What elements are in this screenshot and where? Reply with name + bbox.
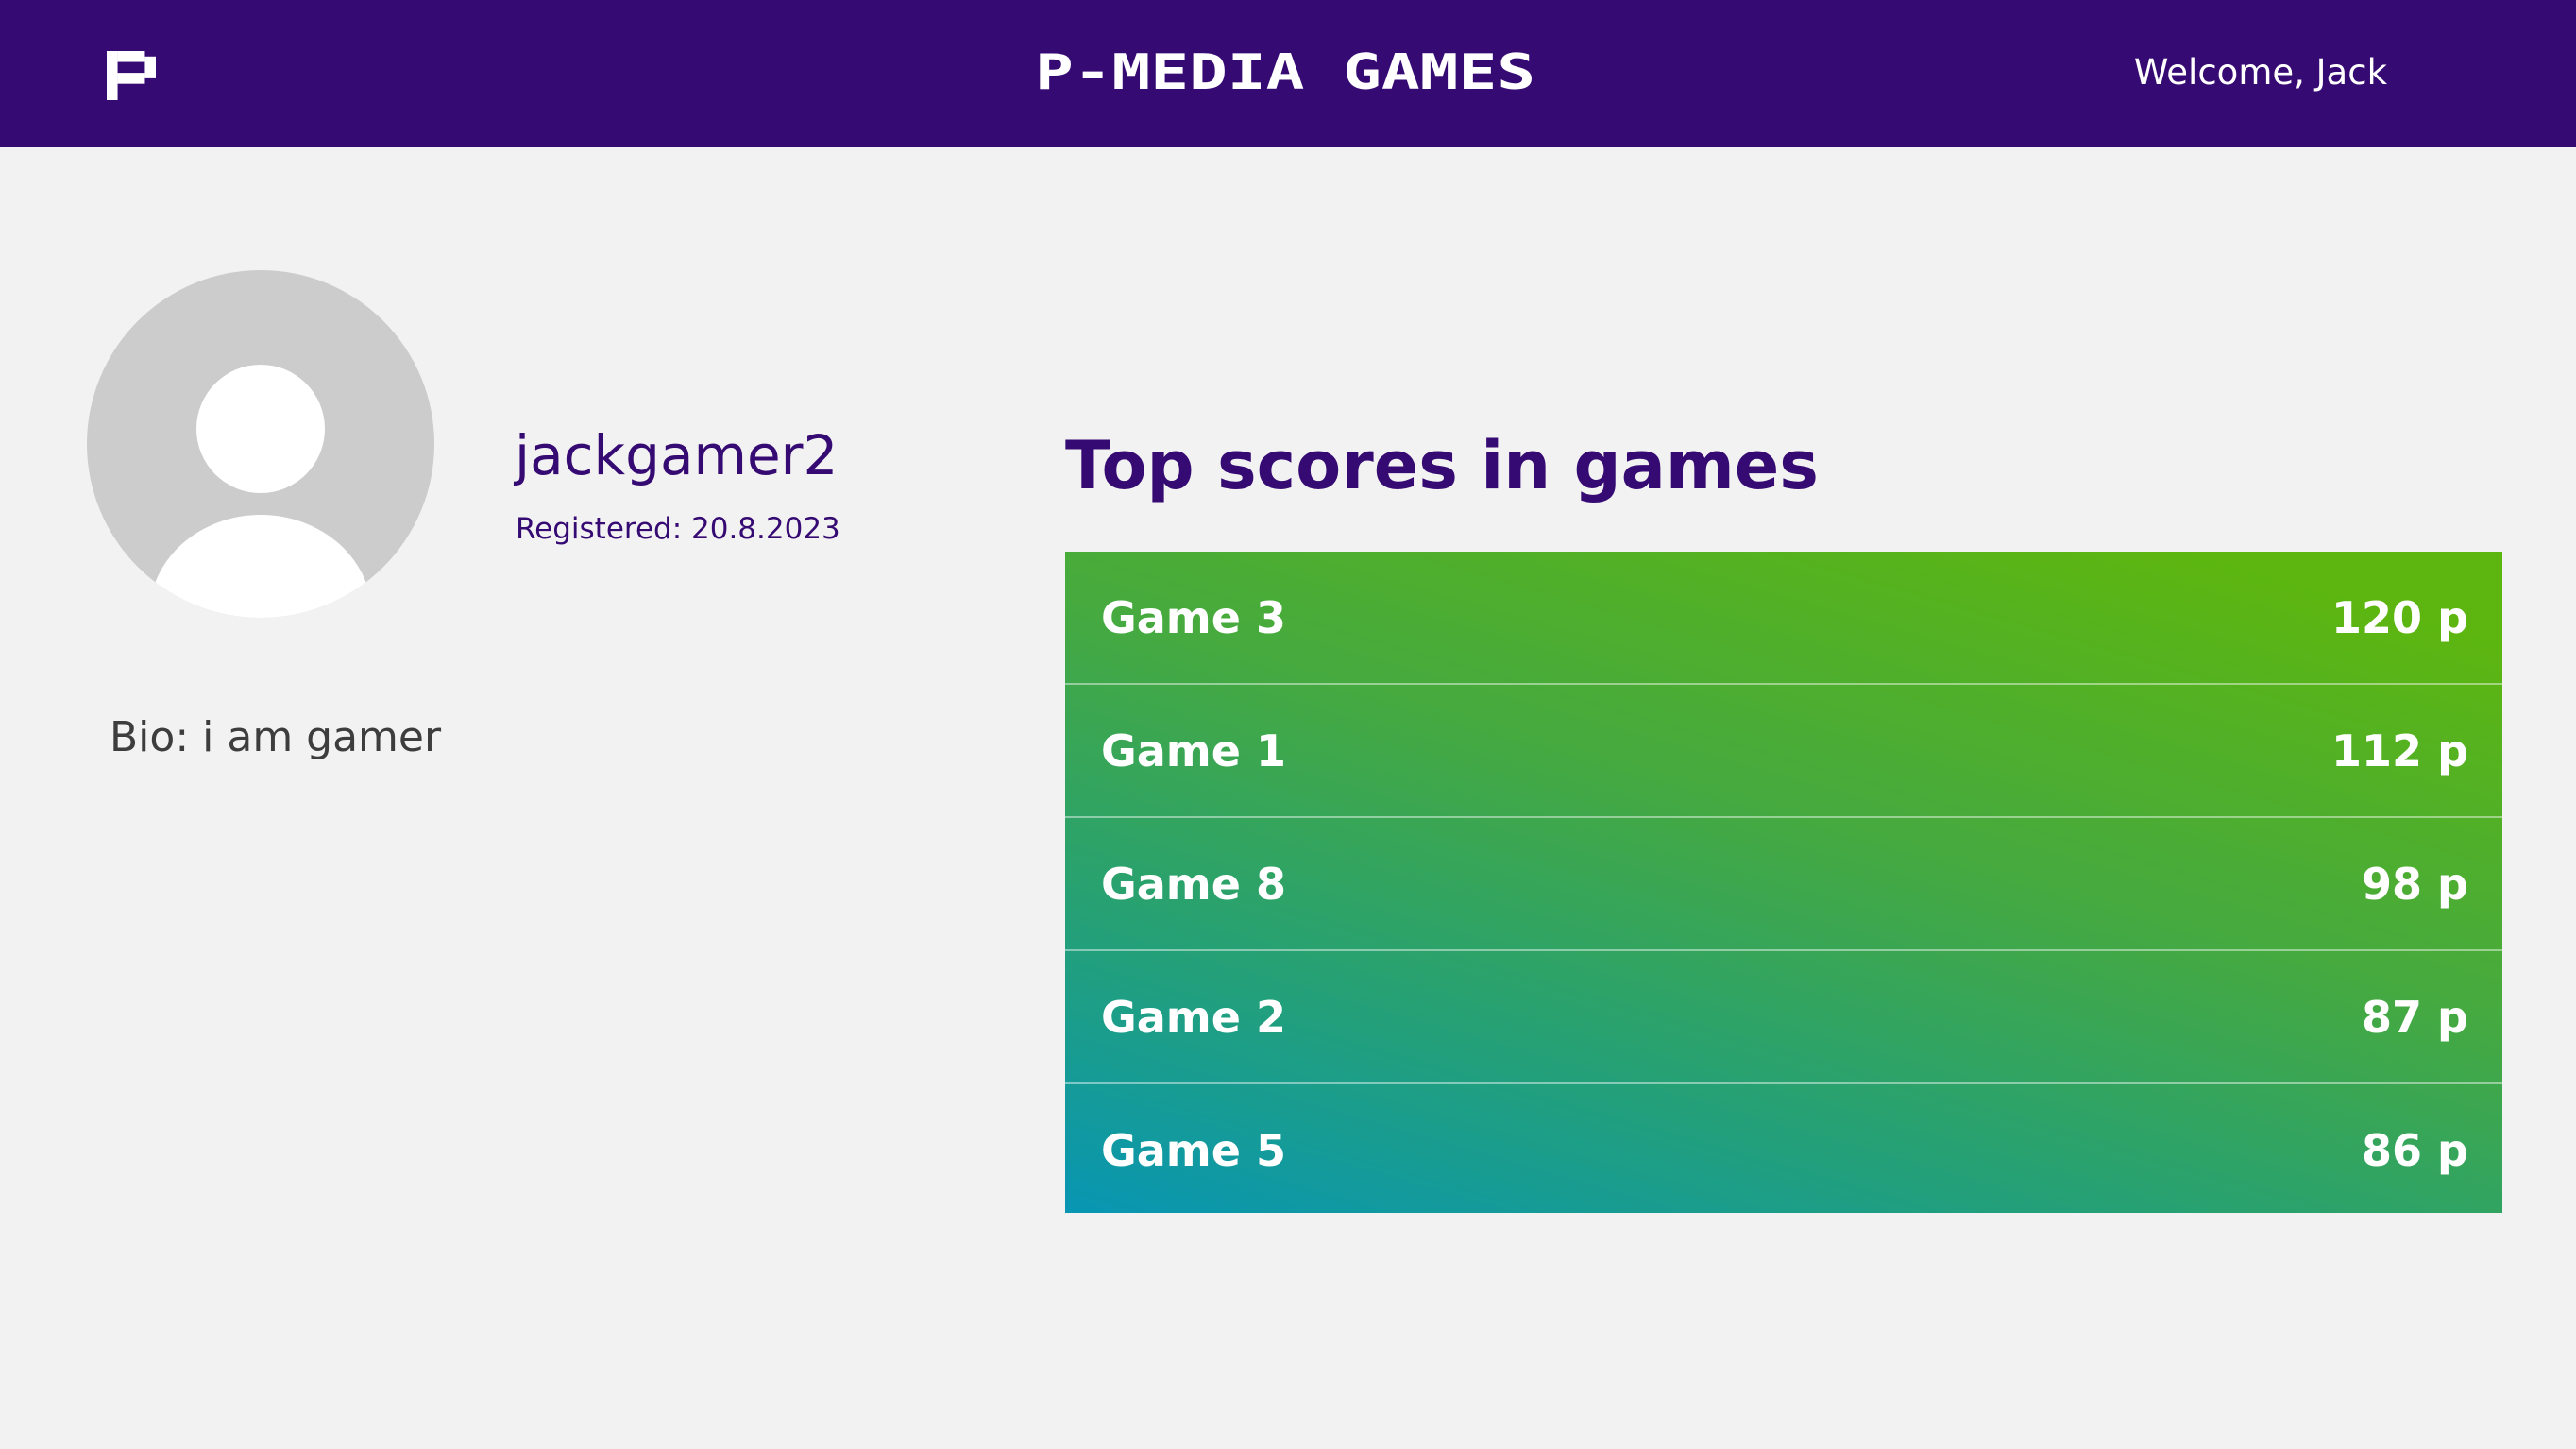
score-row: Game 3 120 p xyxy=(1065,552,2502,685)
profile-username: jackgamer2 xyxy=(515,423,839,487)
default-user-avatar-icon xyxy=(87,270,434,618)
top-nav-bar: P-MEDIA GAMES Welcome, Jack xyxy=(0,0,2576,147)
top-scores-heading: Top scores in games xyxy=(1065,427,1819,504)
score-row: Game 5 86 p xyxy=(1065,1084,2502,1216)
game-score: 98 p xyxy=(2362,859,2468,910)
site-title: P-MEDIA GAMES xyxy=(1035,51,1535,93)
welcome-text[interactable]: Welcome, Jack xyxy=(2134,49,2387,96)
game-score: 112 p xyxy=(2331,725,2468,776)
score-row: Game 1 112 p xyxy=(1065,685,2502,818)
game-name: Game 3 xyxy=(1101,592,1286,643)
game-score: 87 p xyxy=(2362,992,2468,1043)
registration-date: Registered: 20.8.2023 xyxy=(516,512,840,546)
pixel-p-logo-icon[interactable] xyxy=(106,51,157,100)
game-name: Game 8 xyxy=(1101,859,1286,910)
game-score: 86 p xyxy=(2362,1125,2468,1176)
score-row: Game 8 98 p xyxy=(1065,818,2502,951)
top-scores-table: Game 3 120 p Game 1 112 p Game 8 98 p Ga… xyxy=(1065,552,2502,1213)
site-title-text: P-MEDIA GAMES xyxy=(1035,51,1535,93)
avatar-head xyxy=(196,365,325,493)
game-name: Game 1 xyxy=(1101,725,1286,776)
profile-bio: Bio: i am gamer xyxy=(110,713,442,761)
game-name: Game 5 xyxy=(1101,1125,1286,1176)
game-name: Game 2 xyxy=(1101,992,1286,1043)
score-row: Game 2 87 p xyxy=(1065,951,2502,1084)
game-score: 120 p xyxy=(2331,592,2468,643)
